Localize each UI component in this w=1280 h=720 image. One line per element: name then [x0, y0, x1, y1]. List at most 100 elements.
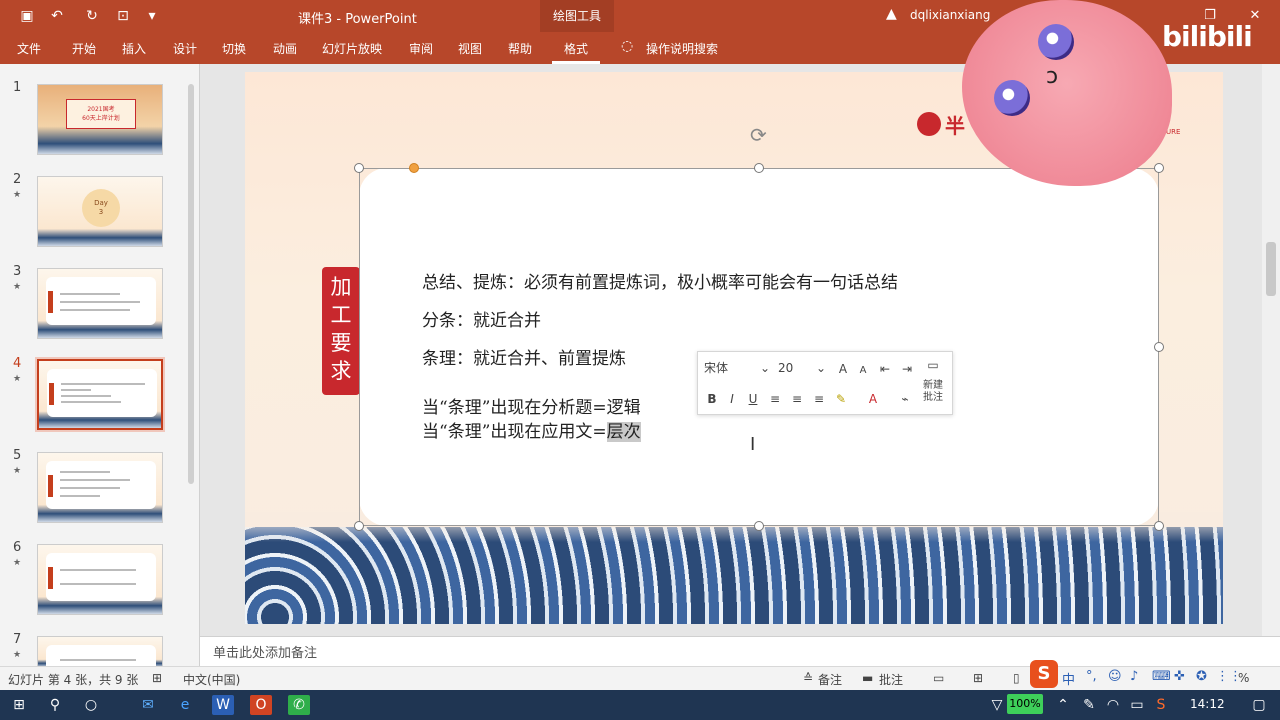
sogou-tray-icon[interactable]: S	[1150, 695, 1172, 715]
new-comment-button[interactable]: 新建 批注	[918, 380, 948, 403]
edge-icon[interactable]: e	[174, 695, 196, 715]
punctuation-icon[interactable]: °,	[1086, 669, 1097, 684]
resize-handle[interactable]	[754, 163, 764, 173]
cortana-icon[interactable]: ○	[80, 695, 102, 715]
notes-button[interactable]: 备注	[818, 671, 842, 688]
comments-button[interactable]: 批注	[879, 671, 903, 688]
align-center-icon[interactable]: ≡	[788, 390, 806, 408]
grow-font-icon[interactable]: A	[834, 360, 852, 378]
slide-scrollbar[interactable]	[1262, 64, 1280, 636]
language-indicator[interactable]: 中文(中国)	[183, 671, 240, 688]
notes-placeholder: 单击此处添加备注	[213, 646, 318, 661]
thumb-number: 3	[13, 264, 22, 279]
pen-icon[interactable]: ✎	[1078, 695, 1100, 715]
tab-slideshow[interactable]: 幻灯片放映	[322, 40, 382, 57]
slide-scrollbar-knob[interactable]	[1266, 242, 1276, 296]
resize-handle[interactable]	[1154, 163, 1164, 173]
tab-format[interactable]: 格式	[552, 32, 600, 64]
redo-icon[interactable]: ↻	[82, 6, 102, 26]
thumb-number: 1	[13, 80, 22, 95]
tab-help[interactable]: 帮助	[508, 40, 532, 57]
slide-thumbnail-7[interactable]	[37, 636, 163, 668]
font-color-icon[interactable]: A	[864, 390, 882, 408]
tab-review[interactable]: 审阅	[409, 40, 433, 57]
tab-insert[interactable]: 插入	[122, 40, 146, 57]
comment-icon[interactable]: ▭	[924, 356, 942, 374]
shrink-font-icon[interactable]: A	[854, 362, 872, 380]
mascot-eye	[994, 80, 1030, 116]
notes-pane[interactable]: 单击此处添加备注	[200, 636, 1280, 666]
present-icon[interactable]: ⊡	[113, 6, 133, 26]
chevron-down-icon[interactable]: ⌄	[756, 359, 774, 377]
chevron-up-icon[interactable]: ⌃	[1052, 695, 1074, 715]
tab-design[interactable]: 设计	[173, 40, 197, 57]
align-right-icon[interactable]: ≡	[810, 390, 828, 408]
align-left-icon[interactable]: ≡	[766, 390, 784, 408]
customize-quick-access-icon[interactable]: ▾	[142, 6, 162, 26]
reading-view-icon[interactable]: ▯	[1013, 671, 1020, 685]
resize-handle[interactable]	[754, 521, 764, 531]
decrease-indent-icon[interactable]: ⇤	[876, 360, 894, 378]
increase-indent-icon[interactable]: ⇥	[898, 360, 916, 378]
adjust-handle[interactable]	[409, 163, 419, 173]
bilibili-watermark: bilibili	[1162, 20, 1253, 53]
slide-thumbnail-3[interactable]	[37, 268, 163, 339]
slide-thumbnail-5[interactable]	[37, 452, 163, 523]
sogou-ime-icon[interactable]: S	[1030, 660, 1058, 688]
thumbnail-scrollbar-knob[interactable]	[188, 84, 194, 484]
slide-thumbnail-1[interactable]: 2021国考 60天上岸计划	[37, 84, 163, 155]
clock[interactable]: 14:12	[1190, 697, 1225, 711]
slide-sorter-icon[interactable]: ⊞	[973, 671, 983, 685]
thumbnail-scrollbar[interactable]	[186, 76, 196, 666]
resize-handle[interactable]	[354, 163, 364, 173]
lightbulb-icon[interactable]: ◌	[621, 38, 633, 54]
resize-handle[interactable]	[354, 521, 364, 531]
action-center-icon[interactable]: ▢	[1248, 695, 1270, 715]
underline-button[interactable]: U	[744, 390, 762, 408]
format-painter-icon[interactable]: ⌁	[896, 390, 914, 408]
mail-icon[interactable]: ✉	[137, 695, 159, 715]
notification-icon[interactable]: ▽	[986, 695, 1008, 715]
save-icon[interactable]: ▣	[17, 6, 37, 26]
office-icon[interactable]: O	[250, 695, 272, 715]
ime-mode[interactable]: 中	[1062, 669, 1075, 688]
tab-view[interactable]: 视图	[458, 40, 482, 57]
text-cursor-icon: I	[750, 434, 756, 455]
tab-home[interactable]: 开始	[72, 40, 96, 57]
comments-icon: ▬	[862, 671, 874, 685]
tab-file[interactable]: 文件	[17, 40, 41, 57]
account-name[interactable]: dqlixianxiang	[910, 8, 990, 22]
resize-handle[interactable]	[1154, 521, 1164, 531]
undo-icon[interactable]: ↶	[47, 6, 67, 26]
rotate-handle-icon[interactable]: ⟳	[750, 124, 772, 146]
bold-button[interactable]: B	[703, 390, 721, 408]
tab-transitions[interactable]: 切换	[222, 40, 246, 57]
display-icon[interactable]: ▭	[1126, 695, 1148, 715]
slide-thumbnail-6[interactable]	[37, 544, 163, 615]
keyboard-icon[interactable]: ⌨	[1152, 669, 1171, 684]
grid-icon[interactable]: ⋮⋮	[1216, 669, 1242, 684]
normal-view-icon[interactable]: ▭	[933, 671, 944, 685]
wifi-icon[interactable]: ◠	[1102, 695, 1124, 715]
slide-thumbnail-4[interactable]	[35, 357, 165, 432]
highlight-color-icon[interactable]: ✎	[832, 390, 850, 408]
tab-animations[interactable]: 动画	[273, 40, 297, 57]
thumb-number: 6	[13, 540, 22, 555]
spell-check-icon[interactable]: ⊞	[152, 671, 162, 685]
emoji-icon[interactable]: ☺	[1108, 669, 1122, 684]
battery-indicator[interactable]: 100%	[1007, 694, 1043, 714]
thumb-number: 7	[13, 632, 22, 647]
search-icon[interactable]: ⚲	[44, 695, 66, 715]
skin-icon[interactable]: ✪	[1196, 669, 1207, 684]
toolbox-icon[interactable]: ✜	[1174, 669, 1185, 684]
resize-handle[interactable]	[1154, 342, 1164, 352]
wechat-icon[interactable]: ✆	[288, 695, 310, 715]
chevron-down-icon[interactable]: ⌄	[812, 359, 830, 377]
tell-me-search[interactable]: 操作说明搜索	[646, 40, 718, 57]
microphone-icon[interactable]: ♪	[1130, 669, 1138, 684]
italic-button[interactable]: I	[723, 390, 741, 408]
word-icon[interactable]: W	[212, 695, 234, 715]
slide-thumbnail-2[interactable]: Day 3	[37, 176, 163, 247]
windows-start-icon[interactable]: ⊞	[8, 695, 30, 715]
thumb-number: 4	[13, 356, 22, 371]
